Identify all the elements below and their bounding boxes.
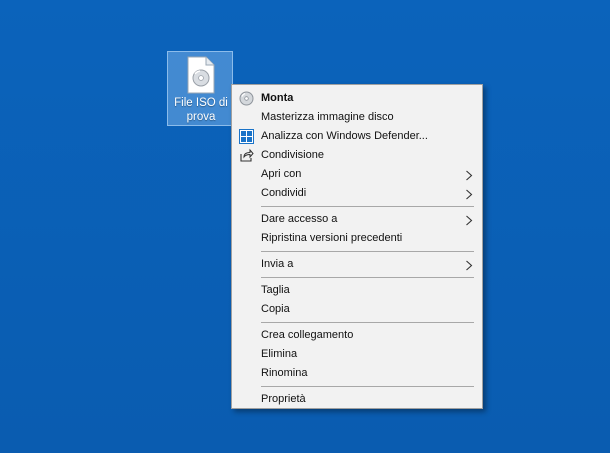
desktop-icon-label-line1: File ISO di	[174, 97, 228, 109]
disc-icon	[239, 91, 254, 106]
menu-item-apri-con[interactable]: Apri con	[232, 165, 482, 184]
context-menu: Monta Masterizza immagine disco Analizza c…	[231, 84, 483, 409]
menu-item-copia[interactable]: Copia	[232, 300, 482, 319]
menu-item-dare-accesso-a[interactable]: Dare accesso a	[232, 210, 482, 229]
chevron-right-icon	[465, 259, 473, 271]
desktop: File ISO di prova Monta Masterizza immagi…	[0, 0, 610, 453]
menu-item-label: Rinomina	[261, 367, 308, 379]
menu-item-rinomina[interactable]: Rinomina	[232, 364, 482, 383]
chevron-right-icon	[465, 169, 473, 181]
menu-item-label: Invia a	[261, 258, 294, 270]
menu-item-condividi[interactable]: Condividi	[232, 184, 482, 203]
windows-defender-icon	[239, 129, 254, 144]
chevron-right-icon	[465, 188, 473, 200]
menu-item-label: Apri con	[261, 168, 302, 180]
menu-separator	[261, 251, 474, 252]
desktop-icon-label-line2: prova	[186, 111, 216, 123]
chevron-right-icon	[465, 214, 473, 226]
menu-item-label: Condividi	[261, 187, 307, 199]
desktop-icon-label: File ISO di prova	[168, 96, 234, 124]
menu-item-label: Elimina	[261, 348, 298, 360]
menu-item-label: Analizza con Windows Defender...	[261, 130, 428, 142]
menu-item-label: Taglia	[261, 284, 290, 296]
menu-item-elimina[interactable]: Elimina	[232, 345, 482, 364]
menu-item-proprietà[interactable]: Proprietà	[232, 390, 482, 409]
menu-separator	[261, 277, 474, 278]
menu-item-label: Dare accesso a	[261, 213, 338, 225]
share-icon	[239, 148, 254, 163]
menu-item-ripristina-versioni-precedenti[interactable]: Ripristina versioni precedenti	[232, 229, 482, 248]
menu-item-masterizza-immagine-disco[interactable]: Masterizza immagine disco	[232, 108, 482, 127]
menu-item-label: Proprietà	[261, 393, 306, 405]
menu-item-label: Ripristina versioni precedenti	[261, 232, 403, 244]
menu-separator	[261, 322, 474, 323]
desktop-icon-iso-file[interactable]: File ISO di prova	[167, 51, 233, 126]
menu-item-label: Condivisione	[261, 149, 324, 161]
menu-item-crea-collegamento[interactable]: Crea collegamento	[232, 326, 482, 345]
iso-file-icon	[187, 56, 215, 94]
menu-item-taglia[interactable]: Taglia	[232, 281, 482, 300]
menu-separator	[261, 206, 474, 207]
menu-item-invia-a[interactable]: Invia a	[232, 255, 482, 274]
menu-item-condivisione[interactable]: Condivisione	[232, 146, 482, 165]
menu-item-monta[interactable]: Monta	[232, 89, 482, 108]
menu-item-label: Crea collegamento	[261, 329, 354, 341]
menu-item-label: Masterizza immagine disco	[261, 111, 394, 123]
menu-item-label: Copia	[261, 303, 290, 315]
menu-item-analizza-con-windows-defender[interactable]: Analizza con Windows Defender...	[232, 127, 482, 146]
menu-separator	[261, 386, 474, 387]
menu-item-label: Monta	[261, 92, 294, 104]
